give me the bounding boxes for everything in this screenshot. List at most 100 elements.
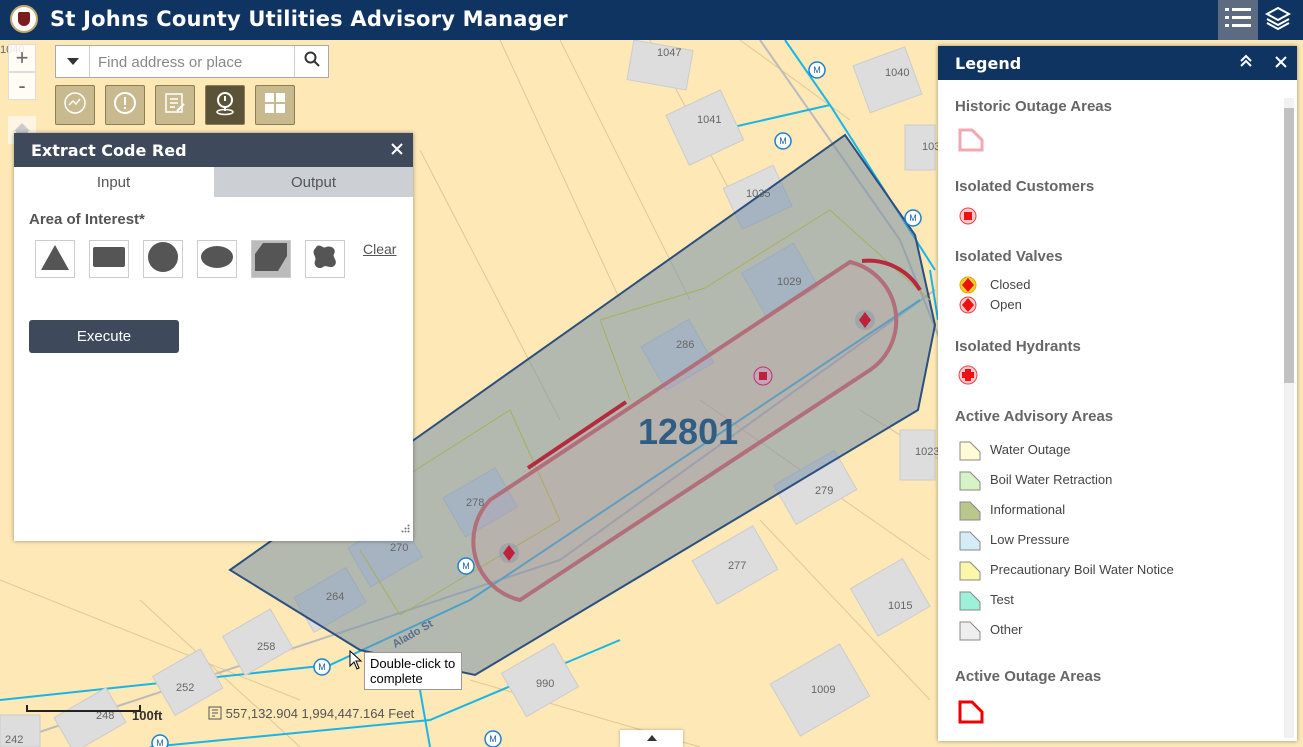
clear-link[interactable]: Clear [363,241,396,257]
tab-input[interactable]: Input [14,167,213,197]
legend-title: Legend [955,54,1022,73]
draw-circle-button[interactable] [143,240,183,278]
area-label: 12801 [638,411,739,452]
bottom-panel-toggle[interactable] [620,730,683,747]
layers-button[interactable] [1258,0,1298,40]
advisory-area-swatch-icon [958,500,982,525]
isolated-hydrant-icon [958,365,978,388]
list-icon [1225,7,1251,34]
panel-title: Extract Code Red [31,141,187,160]
panel-close-button[interactable] [391,139,403,160]
advisory-area-swatch-icon [958,590,982,615]
parcel-label: 264 [326,591,345,603]
execute-button[interactable]: Execute [29,320,179,353]
double-chevron-up-icon [1239,54,1253,72]
search-box [55,45,329,78]
search-button[interactable] [294,46,328,77]
zoom-out-button[interactable]: - [8,72,36,100]
draw-rectangle-button[interactable] [89,240,129,278]
close-icon [1275,52,1287,72]
area-of-interest-label: Area of Interest* [29,211,145,228]
app-title: St Johns County Utilities Advisory Manag… [50,7,568,31]
edit-tool-button[interactable] [155,85,195,125]
parcel-label: 258 [257,641,276,653]
parcel-label: 1029 [777,276,802,288]
extract-code-red-panel: Extract Code Red Input Output Area of In… [14,133,413,541]
code-red-tool-button[interactable] [205,85,245,125]
circle-icon [148,241,178,277]
svg-text:M: M [156,738,164,747]
scale-label: 100ft [132,708,163,723]
svg-text:M: M [779,136,787,146]
triangle-icon [40,243,70,276]
legend-item-label: Informational [990,502,1066,517]
svg-text:M: M [909,213,917,223]
grid-icon [263,91,287,120]
advisory-area-swatch-icon [958,470,982,495]
parcel-label: 279 [815,485,834,497]
parcel-label: 990 [536,678,555,690]
draw-polygon-button[interactable] [251,240,291,278]
legend-close-button[interactable] [1275,52,1287,73]
historic-outage-swatch-icon [958,128,984,155]
edit-icon [163,91,187,120]
panel-header: Extract Code Red [14,133,413,167]
rectangle-icon [93,246,125,272]
legend-item-label: Low Pressure [990,532,1070,547]
legend-item-label: Boil Water Retraction [990,472,1113,487]
draw-freehand-button[interactable] [305,240,345,278]
legend-item-label: Test [990,592,1014,607]
legend-item-label: Open [990,297,1022,312]
legend-scrollbar[interactable] [1284,98,1294,738]
layers-icon [1264,6,1292,35]
advisory-area-swatch-icon [958,620,982,645]
freehand-polygon-icon [311,244,339,275]
coordinate-value: 557,132.904 1,994,447.164 Feet [225,706,415,721]
legend-header: Legend [938,46,1297,80]
parcel-label: 1047 [657,47,682,59]
tab-output[interactable]: Output [214,167,413,197]
resize-grip-icon [401,520,410,537]
county-seal-logo [10,5,38,33]
close-icon [391,139,403,159]
svg-text:M: M [462,561,470,571]
parcel-label: 1040 [885,67,910,79]
legend-item-label: Precautionary Boil Water Notice [990,562,1174,577]
legend-toggle-button[interactable] [1218,0,1258,40]
coordinate-readout: 557,132.904 1,994,447.164 Feet [208,706,414,721]
polygon-icon [254,242,288,277]
legend-item-label: Closed [990,277,1031,292]
resize-handle[interactable] [401,520,410,538]
parcel-label: 278 [466,497,485,509]
parcel-label: 1009 [811,684,836,696]
legend-section-title: Isolated Hydrants [955,338,1081,355]
advisory-area-swatch-icon [958,530,982,555]
svg-text:M: M [489,734,497,744]
mouse-cursor-icon [349,649,363,675]
legend-section-title: Active Advisory Areas [955,408,1114,425]
parcel-label: 1041 [697,114,722,126]
advisory-area-swatch-icon [958,440,982,465]
ellipse-icon [201,245,233,273]
alert-tool-button[interactable] [105,85,145,125]
panel-tabs: Input Output [14,167,413,197]
parcel-label: 242 [5,734,24,746]
widgets-tool-button[interactable] [255,85,295,125]
location-pin-icon [213,90,237,121]
zoom-in-button[interactable]: + [8,44,36,72]
search-source-dropdown[interactable] [56,46,90,77]
app-header: St Johns County Utilities Advisory Manag… [0,0,1303,40]
search-input[interactable] [96,52,300,72]
parcel-label: 270 [390,542,409,554]
overview-tool-button[interactable] [55,85,95,125]
legend-section-title: Isolated Customers [955,178,1095,195]
parcel-label: 252 [176,682,195,694]
open-valve-icon [958,295,978,318]
parcel-label: 277 [728,560,747,572]
draw-ellipse-button[interactable] [197,240,237,278]
legend-collapse-button[interactable] [1239,54,1253,73]
scrollbar-thumb[interactable] [1284,108,1294,383]
draw-triangle-button[interactable] [35,240,75,278]
advisory-area-swatch-icon [958,560,982,585]
draw-tooltip: Double-click to complete [364,652,462,690]
